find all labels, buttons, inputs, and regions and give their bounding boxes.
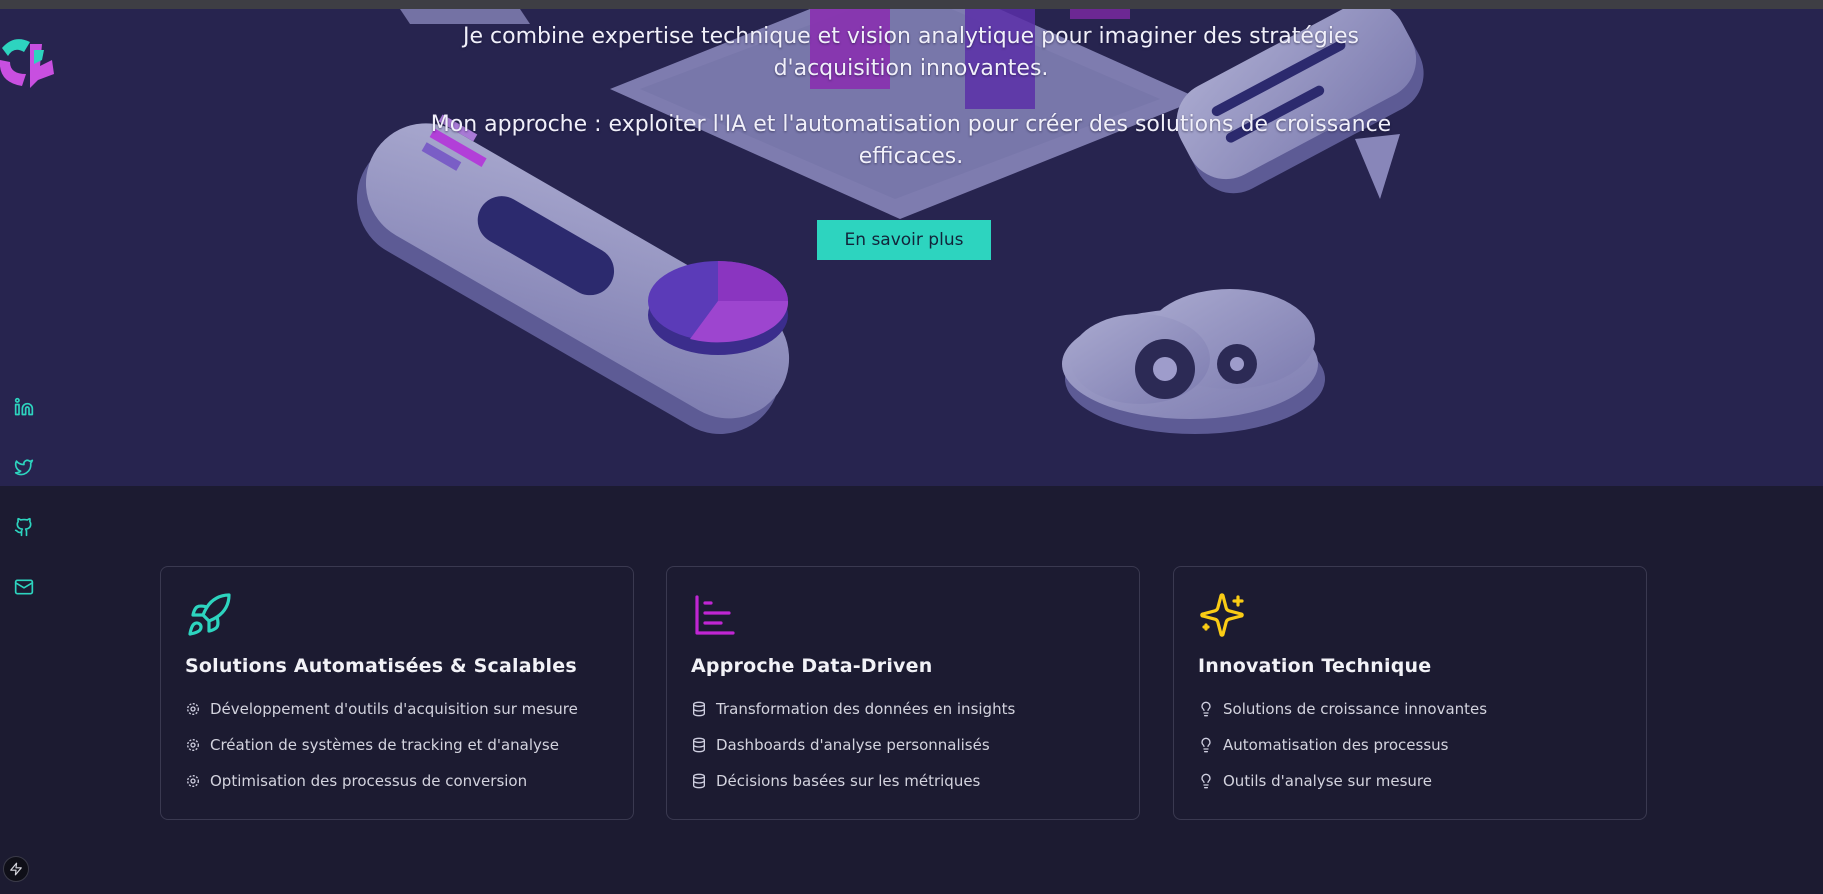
list-item: Solutions de croissance innovantes	[1198, 691, 1622, 727]
hero-intro: Je combine expertise technique et vision…	[411, 21, 1411, 173]
list-item-text: Automatisation des processus	[1223, 736, 1449, 754]
list-item-text: Création de systèmes de tracking et d'an…	[210, 736, 559, 754]
linkedin-icon	[14, 397, 34, 416]
feature-card-automation: Solutions Automatisées & Scalables Dével…	[160, 566, 634, 820]
list-item-text: Outils d'analyse sur mesure	[1223, 772, 1432, 790]
email-link[interactable]	[12, 575, 36, 599]
learn-more-button[interactable]: En savoir plus	[817, 220, 991, 260]
card-title: Approche Data-Driven	[691, 655, 933, 677]
list-item-text: Développement d'outils d'acquisition sur…	[210, 700, 578, 718]
list-item: Transformation des données en insights	[691, 691, 1115, 727]
card-title: Innovation Technique	[1198, 655, 1432, 677]
list-item: Création de systèmes de tracking et d'an…	[185, 727, 609, 763]
database-icon	[693, 773, 705, 789]
rocket-icon	[188, 593, 231, 636]
card-feature-list: Solutions de croissance innovantes Autom…	[1198, 691, 1622, 799]
list-item: Dashboards d'analyse personnalisés	[691, 727, 1115, 763]
list-item: Développement d'outils d'acquisition sur…	[185, 691, 609, 727]
feature-card-innovation: Innovation Technique Solutions de croiss…	[1173, 566, 1647, 820]
twitter-link[interactable]	[12, 455, 36, 479]
gear-icon	[187, 703, 199, 715]
card-feature-list: Transformation des données en insights D…	[691, 691, 1115, 799]
hero-paragraph-2: Mon approche : exploiter l'IA et l'autom…	[430, 112, 1392, 169]
list-item-text: Transformation des données en insights	[716, 700, 1016, 718]
list-item: Décisions basées sur les métriques	[691, 763, 1115, 799]
list-item-text: Solutions de croissance innovantes	[1223, 700, 1488, 718]
database-icon	[693, 701, 705, 717]
sparkles-icon	[1200, 593, 1244, 637]
gear-icon	[187, 775, 199, 787]
list-item-text: Décisions basées sur les métriques	[716, 772, 981, 790]
github-icon	[14, 517, 32, 537]
lightbulb-icon	[1201, 737, 1211, 753]
list-item: Outils d'analyse sur mesure	[1198, 763, 1622, 799]
hero-paragraph-1: Je combine expertise technique et vision…	[463, 24, 1359, 81]
database-icon	[693, 737, 705, 753]
list-item-text: Optimisation des processus de conversion	[210, 772, 528, 790]
feature-card-data-driven: Approche Data-Driven Transformation des …	[666, 566, 1140, 820]
lightning-bolt-icon	[10, 862, 22, 876]
linkedin-link[interactable]	[12, 395, 36, 419]
lightbulb-icon	[1201, 701, 1211, 717]
list-item: Optimisation des processus de conversion	[185, 763, 609, 799]
dev-toolbar-button[interactable]	[3, 856, 29, 882]
lightbulb-icon	[1201, 773, 1211, 789]
browser-top-bar	[0, 0, 1823, 9]
card-feature-list: Développement d'outils d'acquisition sur…	[185, 691, 609, 799]
twitter-icon	[14, 459, 34, 476]
hero-section: Je combine expertise technique et vision…	[0, 9, 1823, 486]
mail-icon	[14, 579, 34, 595]
list-item-text: Dashboards d'analyse personnalisés	[716, 736, 990, 754]
gear-icon	[187, 739, 199, 751]
card-title: Solutions Automatisées & Scalables	[185, 655, 577, 677]
logo-icon[interactable]	[0, 30, 56, 92]
list-item: Automatisation des processus	[1198, 727, 1622, 763]
bar-chart-icon	[695, 595, 735, 635]
github-link[interactable]	[12, 515, 36, 539]
